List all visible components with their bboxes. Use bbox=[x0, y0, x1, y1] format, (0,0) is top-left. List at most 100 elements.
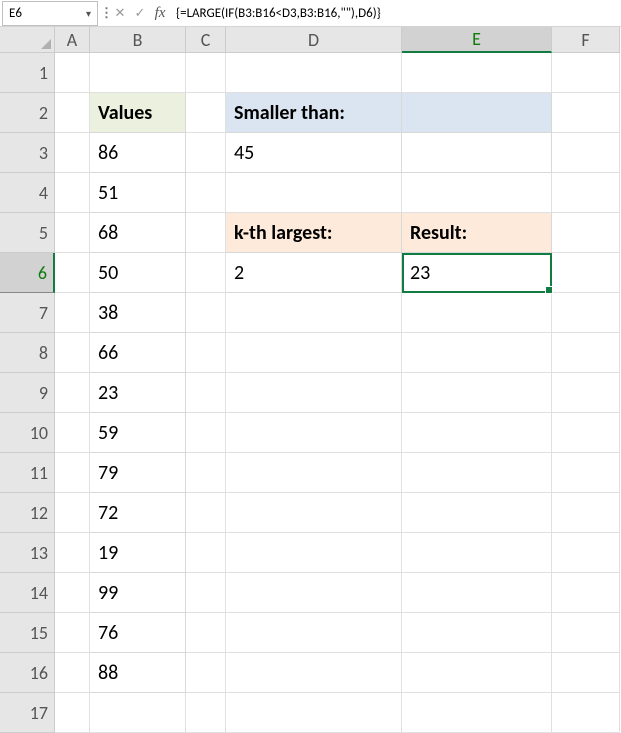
cell-E14[interactable] bbox=[402, 573, 552, 613]
cell-E7[interactable] bbox=[402, 293, 552, 333]
cell-B15[interactable]: 76 bbox=[90, 613, 186, 653]
name-box[interactable]: E6 ▾ bbox=[2, 1, 98, 26]
col-header-F[interactable]: F bbox=[552, 27, 620, 53]
row-header-3[interactable]: 3 bbox=[0, 133, 55, 173]
cell-E11[interactable] bbox=[402, 453, 552, 493]
cell-C17[interactable] bbox=[186, 693, 226, 733]
row-header-16[interactable]: 16 bbox=[0, 653, 55, 693]
cell-F5[interactable] bbox=[552, 213, 620, 253]
cell-F7[interactable] bbox=[552, 293, 620, 333]
cell-D5[interactable]: k-th largest: bbox=[226, 213, 402, 253]
cell-A10[interactable] bbox=[55, 413, 90, 453]
cell-D13[interactable] bbox=[226, 533, 402, 573]
cell-F12[interactable] bbox=[552, 493, 620, 533]
cell-E3[interactable] bbox=[402, 133, 552, 173]
cell-C12[interactable] bbox=[186, 493, 226, 533]
cell-C16[interactable] bbox=[186, 653, 226, 693]
cell-E5[interactable]: Result: bbox=[402, 213, 552, 253]
row-header-4[interactable]: 4 bbox=[0, 173, 55, 213]
cell-F17[interactable] bbox=[552, 693, 620, 733]
cell-D6[interactable]: 2 bbox=[226, 253, 402, 293]
cancel-icon[interactable]: ✕ bbox=[110, 1, 130, 25]
cell-F3[interactable] bbox=[552, 133, 620, 173]
cell-F6[interactable] bbox=[552, 253, 620, 293]
cell-D8[interactable] bbox=[226, 333, 402, 373]
cell-C8[interactable] bbox=[186, 333, 226, 373]
cell-C4[interactable] bbox=[186, 173, 226, 213]
cell-E2[interactable] bbox=[402, 93, 552, 133]
col-header-C[interactable]: C bbox=[186, 27, 226, 53]
cell-D3[interactable]: 45 bbox=[226, 133, 402, 173]
row-header-8[interactable]: 8 bbox=[0, 333, 55, 373]
cell-B16[interactable]: 88 bbox=[90, 653, 186, 693]
cell-B1[interactable] bbox=[90, 53, 186, 93]
cell-B11[interactable]: 79 bbox=[90, 453, 186, 493]
cell-D12[interactable] bbox=[226, 493, 402, 533]
row-header-11[interactable]: 11 bbox=[0, 453, 55, 493]
cell-C15[interactable] bbox=[186, 613, 226, 653]
cell-A13[interactable] bbox=[55, 533, 90, 573]
cell-A9[interactable] bbox=[55, 373, 90, 413]
cell-F9[interactable] bbox=[552, 373, 620, 413]
col-header-E[interactable]: E bbox=[402, 27, 552, 53]
cell-B12[interactable]: 72 bbox=[90, 493, 186, 533]
cell-B5[interactable]: 68 bbox=[90, 213, 186, 253]
cell-A5[interactable] bbox=[55, 213, 90, 253]
cell-E15[interactable] bbox=[402, 613, 552, 653]
cell-C1[interactable] bbox=[186, 53, 226, 93]
cell-B2[interactable]: Values bbox=[90, 93, 186, 133]
row-header-12[interactable]: 12 bbox=[0, 493, 55, 533]
cell-B3[interactable]: 86 bbox=[90, 133, 186, 173]
cell-B7[interactable]: 38 bbox=[90, 293, 186, 333]
cell-D15[interactable] bbox=[226, 613, 402, 653]
cell-A12[interactable] bbox=[55, 493, 90, 533]
cell-C5[interactable] bbox=[186, 213, 226, 253]
cell-F4[interactable] bbox=[552, 173, 620, 213]
cell-A7[interactable] bbox=[55, 293, 90, 333]
row-header-2[interactable]: 2 bbox=[0, 93, 55, 133]
row-header-17[interactable]: 17 bbox=[0, 693, 55, 733]
cell-E13[interactable] bbox=[402, 533, 552, 573]
cell-C7[interactable] bbox=[186, 293, 226, 333]
col-header-A[interactable]: A bbox=[55, 27, 90, 53]
cell-A1[interactable] bbox=[55, 53, 90, 93]
cell-C13[interactable] bbox=[186, 533, 226, 573]
cell-F1[interactable] bbox=[552, 53, 620, 93]
cell-E6[interactable]: 23 bbox=[402, 253, 552, 293]
cell-D9[interactable] bbox=[226, 373, 402, 413]
cell-A3[interactable] bbox=[55, 133, 90, 173]
fx-icon[interactable]: fx bbox=[150, 1, 170, 25]
col-header-B[interactable]: B bbox=[90, 27, 186, 53]
cell-D1[interactable] bbox=[226, 53, 402, 93]
cell-D17[interactable] bbox=[226, 693, 402, 733]
cell-B8[interactable]: 66 bbox=[90, 333, 186, 373]
col-header-D[interactable]: D bbox=[226, 27, 402, 53]
cell-F14[interactable] bbox=[552, 573, 620, 613]
row-header-7[interactable]: 7 bbox=[0, 293, 55, 333]
cell-D16[interactable] bbox=[226, 653, 402, 693]
select-all-corner[interactable] bbox=[0, 27, 55, 53]
cell-E1[interactable] bbox=[402, 53, 552, 93]
cell-E4[interactable] bbox=[402, 173, 552, 213]
cell-A14[interactable] bbox=[55, 573, 90, 613]
cell-E12[interactable] bbox=[402, 493, 552, 533]
cell-C10[interactable] bbox=[186, 413, 226, 453]
cell-D7[interactable] bbox=[226, 293, 402, 333]
cell-A2[interactable] bbox=[55, 93, 90, 133]
cell-A11[interactable] bbox=[55, 453, 90, 493]
cell-D4[interactable] bbox=[226, 173, 402, 213]
cell-F10[interactable] bbox=[552, 413, 620, 453]
cell-E8[interactable] bbox=[402, 333, 552, 373]
cell-E10[interactable] bbox=[402, 413, 552, 453]
row-header-1[interactable]: 1 bbox=[0, 53, 55, 93]
cell-B4[interactable]: 51 bbox=[90, 173, 186, 213]
cell-A15[interactable] bbox=[55, 613, 90, 653]
cell-B6[interactable]: 50 bbox=[90, 253, 186, 293]
cell-C9[interactable] bbox=[186, 373, 226, 413]
cell-F8[interactable] bbox=[552, 333, 620, 373]
cell-E16[interactable] bbox=[402, 653, 552, 693]
cell-F11[interactable] bbox=[552, 453, 620, 493]
row-header-14[interactable]: 14 bbox=[0, 573, 55, 613]
cell-C14[interactable] bbox=[186, 573, 226, 613]
cell-F13[interactable] bbox=[552, 533, 620, 573]
